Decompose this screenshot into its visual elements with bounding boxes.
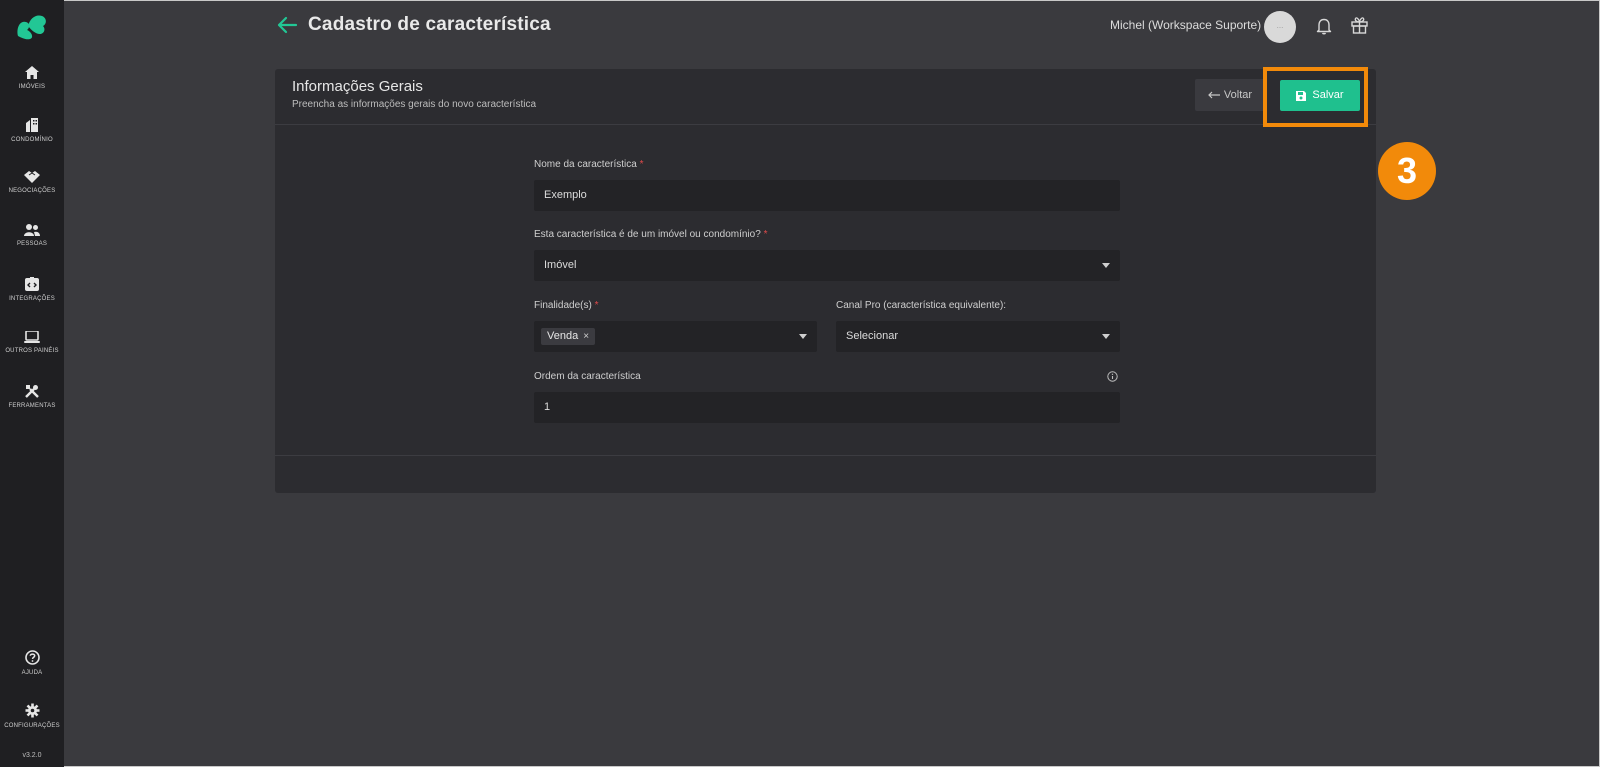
back-arrow-icon[interactable]: [276, 14, 298, 36]
avatar-placeholder: ...: [1276, 21, 1284, 30]
sidebar-item-label: IMÓVEIS: [18, 84, 46, 90]
step-number-badge: 3: [1378, 142, 1436, 200]
general-info-card: Informações Gerais Preencha as informaçõ…: [275, 67, 1376, 493]
name-field-label: Nome da característica *: [534, 159, 644, 170]
tools-icon: [25, 385, 39, 398]
back-button[interactable]: Voltar: [1195, 79, 1265, 111]
order-field-label: Ordem da característica: [534, 371, 641, 382]
gear-icon: [25, 703, 39, 718]
card-title: Informações Gerais: [292, 78, 423, 95]
laptop-icon: [24, 331, 40, 343]
sidebar-item-ajuda[interactable]: AJUDA: [0, 650, 64, 676]
window-top-border: [0, 0, 1600, 1]
type-select[interactable]: Imóvel: [534, 250, 1120, 281]
purpose-tag-label: Venda: [547, 330, 579, 342]
floppy-disk-icon: [1296, 90, 1307, 101]
sidebar-item-label: CONFIGURAÇÕES: [4, 723, 60, 729]
users-icon: [24, 224, 40, 236]
name-input[interactable]: Exemplo: [534, 180, 1120, 211]
user-name[interactable]: Michel (Workspace Suporte): [1110, 18, 1261, 32]
sidebar-item-ferramentas[interactable]: FERRAMENTAS: [0, 384, 64, 409]
sidebar-item-imoveis[interactable]: IMÓVEIS: [0, 66, 64, 90]
save-button[interactable]: Salvar: [1280, 80, 1360, 111]
sidebar-item-integracoes[interactable]: INTEGRAÇÕES: [0, 277, 64, 302]
app-version: v3.2.0: [22, 752, 42, 759]
sidebar-item-label: AJUDA: [21, 670, 43, 676]
arrow-left-icon: [1208, 91, 1220, 99]
card-header: Informações Gerais Preencha as informaçõ…: [275, 67, 1376, 127]
canal-pro-select[interactable]: Selecionar: [836, 321, 1120, 352]
sidebar: IMÓVEIS CONDOMÍNIO NEGOCIAÇÕES PESSOAS I…: [0, 0, 64, 767]
card-footer-divider: [275, 455, 1376, 456]
handshake-icon: [24, 171, 40, 183]
purpose-tag: Venda ×: [541, 328, 596, 345]
help-icon: [24, 650, 40, 665]
gift-icon[interactable]: [1351, 16, 1368, 34]
purpose-multiselect[interactable]: Venda ×: [534, 321, 817, 352]
integration-icon: [25, 277, 39, 291]
sidebar-item-label: OUTROS PAINÉIS: [5, 348, 59, 354]
remove-tag-icon[interactable]: ×: [583, 331, 589, 342]
save-button-label: Salvar: [1312, 89, 1344, 102]
page-title: Cadastro de característica: [308, 14, 551, 35]
type-select-value: Imóvel: [544, 259, 577, 271]
sidebar-item-label: PESSOAS: [16, 241, 48, 247]
sidebar-item-label: NEGOCIAÇÕES: [8, 188, 56, 194]
sidebar-item-label: INTEGRAÇÕES: [9, 296, 55, 302]
bell-icon[interactable]: [1316, 17, 1332, 35]
sidebar-item-label: CONDOMÍNIO: [11, 137, 53, 143]
sidebar-item-outros-paineis[interactable]: OUTROS PAINÉIS: [0, 331, 64, 354]
name-input-value: Exemplo: [544, 189, 587, 201]
sidebar-item-configuracoes[interactable]: CONFIGURAÇÕES: [0, 703, 64, 729]
type-label-text: Esta característica é de um imóvel ou co…: [534, 229, 761, 240]
canal-pro-select-value: Selecionar: [846, 330, 898, 342]
purpose-field-label: Finalidade(s) *: [534, 300, 599, 311]
required-marker: *: [763, 229, 768, 240]
order-input[interactable]: 1: [534, 392, 1120, 423]
avatar[interactable]: ...: [1264, 11, 1296, 43]
name-label-text: Nome da característica: [534, 159, 637, 170]
purpose-label-text: Finalidade(s): [534, 300, 592, 311]
card-subtitle: Preencha as informações gerais do novo c…: [292, 99, 537, 110]
chevron-down-icon: [799, 334, 807, 339]
building-icon: [26, 118, 38, 132]
type-field-label: Esta característica é de um imóvel ou co…: [534, 229, 767, 240]
chevron-down-icon: [1102, 334, 1110, 339]
app-logo-icon[interactable]: [14, 12, 48, 40]
required-marker: *: [594, 300, 599, 311]
order-input-value: 1: [544, 401, 551, 413]
sidebar-item-condominio[interactable]: CONDOMÍNIO: [0, 118, 64, 143]
back-button-label: Voltar: [1223, 89, 1253, 102]
required-marker: *: [639, 159, 644, 170]
sidebar-item-label: FERRAMENTAS: [8, 403, 56, 409]
sidebar-item-pessoas[interactable]: PESSOAS: [0, 224, 64, 247]
canal-pro-field-label: Canal Pro (característica equivalente):: [836, 300, 1007, 311]
info-icon[interactable]: [1107, 371, 1118, 382]
home-icon: [25, 66, 39, 79]
chevron-down-icon: [1102, 263, 1110, 268]
sidebar-item-negociacoes[interactable]: NEGOCIAÇÕES: [0, 171, 64, 194]
